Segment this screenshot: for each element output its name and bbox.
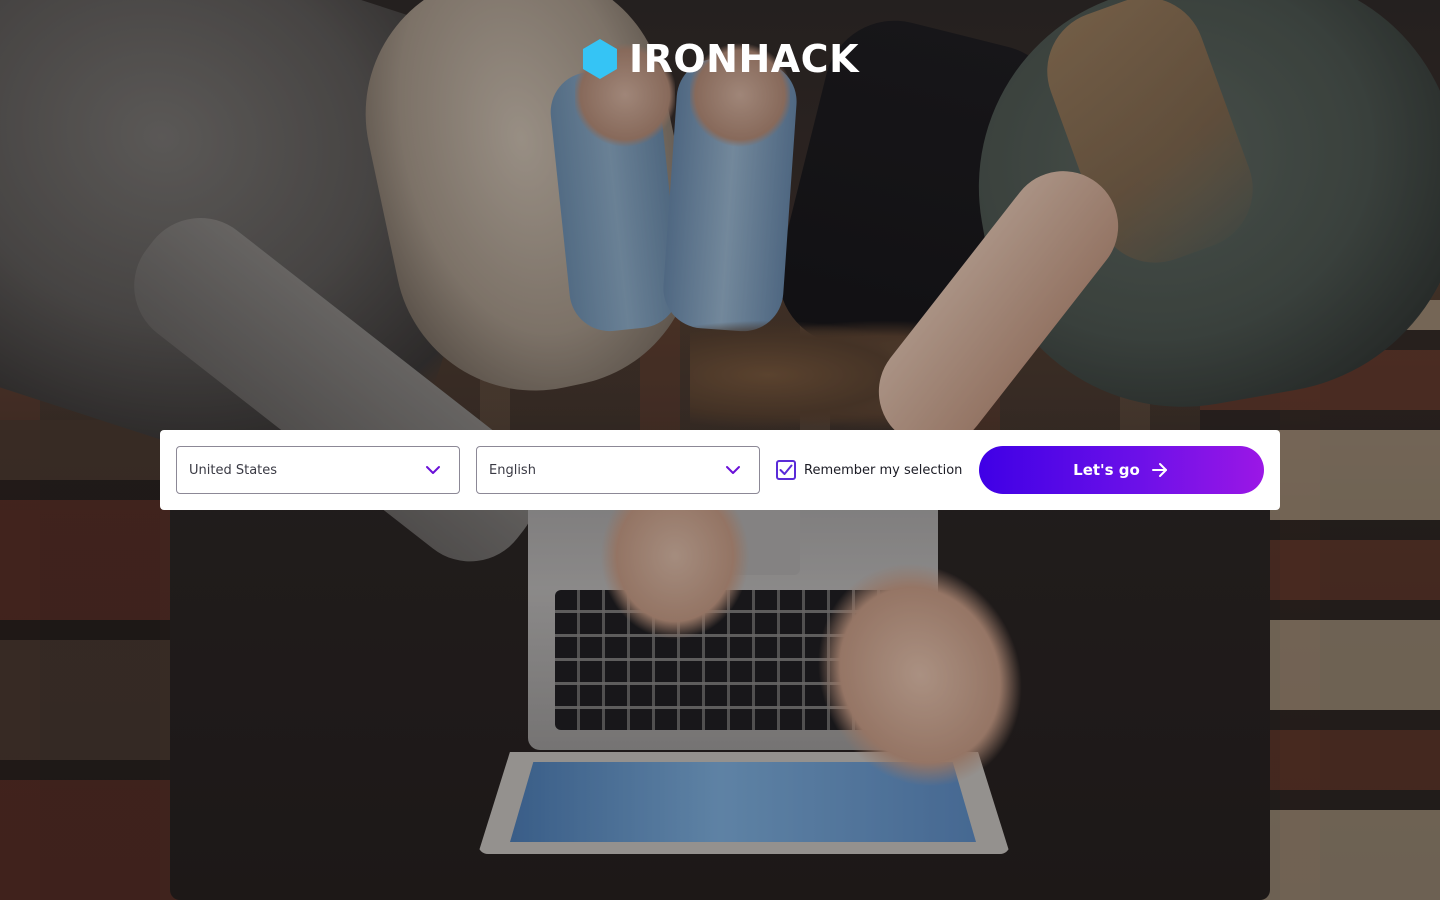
remember-label: Remember my selection xyxy=(804,462,963,478)
checkmark-icon xyxy=(779,464,793,475)
brand-name: IRONHACK xyxy=(628,37,860,81)
hexagon-icon xyxy=(582,39,617,79)
ironhack-logo: IRONHACK xyxy=(581,38,859,80)
language-select-value: English xyxy=(489,462,536,478)
remember-checkbox[interactable] xyxy=(776,460,796,480)
country-select[interactable]: United States xyxy=(176,446,460,494)
locale-selector-panel: United States English Remember my select… xyxy=(160,430,1280,510)
arrow-right-icon xyxy=(1151,463,1167,477)
language-select[interactable]: English xyxy=(476,446,760,494)
remember-selection[interactable]: Remember my selection xyxy=(776,460,962,480)
country-select-value: United States xyxy=(189,462,278,478)
lets-go-label: Let's go xyxy=(1073,461,1140,479)
lets-go-button[interactable]: Let's go xyxy=(979,446,1264,494)
chevron-down-icon xyxy=(426,466,440,474)
chevron-down-icon xyxy=(726,466,740,474)
